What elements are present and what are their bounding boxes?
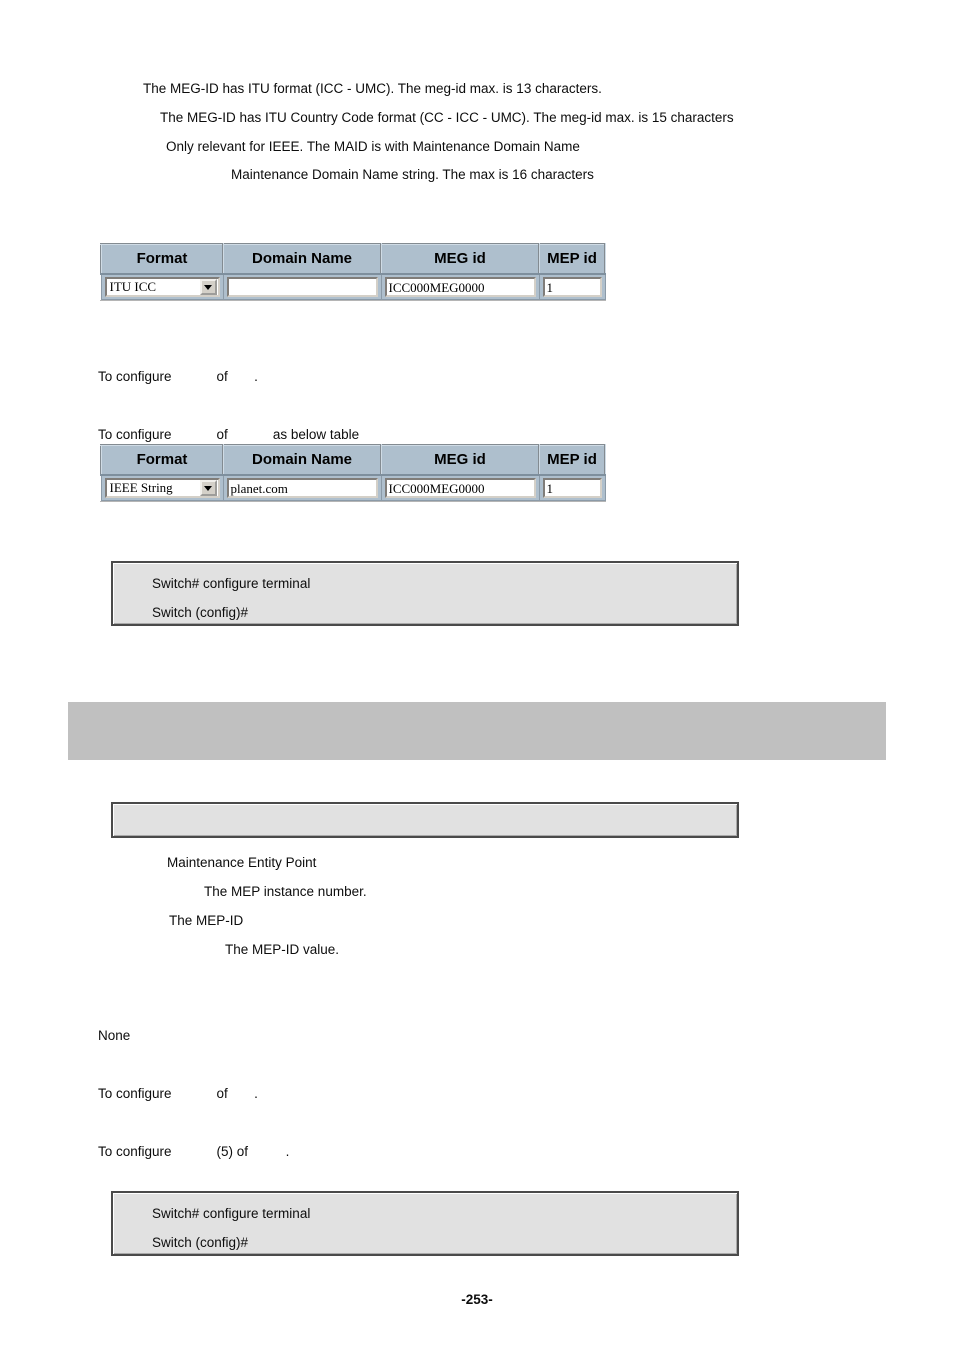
column-header-mep-id: MEP id	[538, 444, 606, 476]
section-heading-banner	[68, 702, 886, 760]
note-configure-first: To configure of .	[98, 369, 258, 384]
definition-mep-id: The MEP-ID	[169, 913, 244, 928]
column-header-domain-name: Domain Name	[222, 243, 382, 275]
meg-id-input-ieee[interactable]: ICC000MEG0000	[384, 478, 536, 498]
chevron-down-icon[interactable]	[199, 279, 217, 295]
command-example-box-bottom: Switch# configure terminal Switch (confi…	[111, 1191, 739, 1256]
page-number: -253-	[461, 1292, 493, 1307]
note-configure-as-below-table: To configure of as below table	[98, 427, 360, 442]
table-row: ITU ICC ICC000MEG0000 1	[100, 273, 606, 300]
default-value-none: None	[98, 1028, 131, 1043]
mep-id-input-ieee[interactable]: 1	[542, 478, 602, 498]
chevron-down-icon[interactable]	[199, 480, 217, 496]
table-header-row: Format Domain Name MEG id MEP id	[100, 243, 606, 275]
command-line-configure-terminal: Switch# configure terminal	[152, 1206, 311, 1221]
definition-mep-id-value: The MEP-ID value.	[225, 942, 340, 957]
meg-id-input-itu[interactable]: ICC000MEG0000	[384, 277, 536, 297]
column-header-domain-name: Domain Name	[222, 444, 382, 476]
domain-name-input-ieee[interactable]: planet.com	[226, 478, 378, 498]
description-line-domain-name: Maintenance Domain Name string. The max …	[231, 167, 594, 182]
format-select-value: ITU ICC	[109, 279, 157, 294]
column-header-mep-id: MEP id	[538, 243, 606, 275]
note-configure-bottom-first: To configure of .	[98, 1086, 258, 1101]
description-line-ieee: Only relevant for IEEE. The MAID is with…	[166, 139, 580, 154]
format-select-ieee[interactable]: IEEE String	[104, 478, 220, 498]
mep-id-input-itu[interactable]: 1	[542, 277, 602, 297]
description-line-itu-cc: The MEG-ID has ITU Country Code format (…	[160, 110, 734, 125]
cell-domain-name	[222, 273, 382, 300]
column-header-format: Format	[100, 444, 224, 476]
note-configure-bottom-second: To configure (5) of .	[98, 1144, 290, 1159]
mep-config-table-ieee: Format Domain Name MEG id MEP id IEEE St…	[100, 444, 606, 501]
syntax-box-empty	[111, 802, 739, 838]
column-header-format: Format	[100, 243, 224, 275]
command-line-config-prompt: Switch (config)#	[152, 1235, 249, 1250]
column-header-meg-id: MEG id	[380, 243, 540, 275]
command-line-config-prompt: Switch (config)#	[152, 605, 249, 620]
cell-meg-id: ICC000MEG0000	[380, 474, 540, 501]
format-select-value: IEEE String	[109, 480, 173, 495]
cell-meg-id: ICC000MEG0000	[380, 273, 540, 300]
cell-mep-id: 1	[538, 474, 606, 501]
document-page: The MEG-ID has ITU format (ICC - UMC). T…	[0, 0, 954, 1350]
description-line-itu-icc: The MEG-ID has ITU format (ICC - UMC). T…	[143, 81, 602, 96]
mep-config-table-itu: Format Domain Name MEG id MEP id ITU ICC	[100, 243, 606, 300]
cell-format: IEEE String	[100, 474, 224, 501]
domain-name-input-itu[interactable]	[226, 277, 378, 297]
command-example-box-top: Switch# configure terminal Switch (confi…	[111, 561, 739, 626]
cell-domain-name: planet.com	[222, 474, 382, 501]
format-select-itu[interactable]: ITU ICC	[104, 277, 220, 297]
column-header-meg-id: MEG id	[380, 444, 540, 476]
command-line-configure-terminal: Switch# configure terminal	[152, 576, 311, 591]
cell-format: ITU ICC	[100, 273, 224, 300]
table-row: IEEE String planet.com ICC000MEG0000 1	[100, 474, 606, 501]
table-header-row: Format Domain Name MEG id MEP id	[100, 444, 606, 476]
definition-maintenance-entity-point: Maintenance Entity Point	[167, 855, 317, 870]
cell-mep-id: 1	[538, 273, 606, 300]
definition-mep-instance-number: The MEP instance number.	[204, 884, 367, 899]
